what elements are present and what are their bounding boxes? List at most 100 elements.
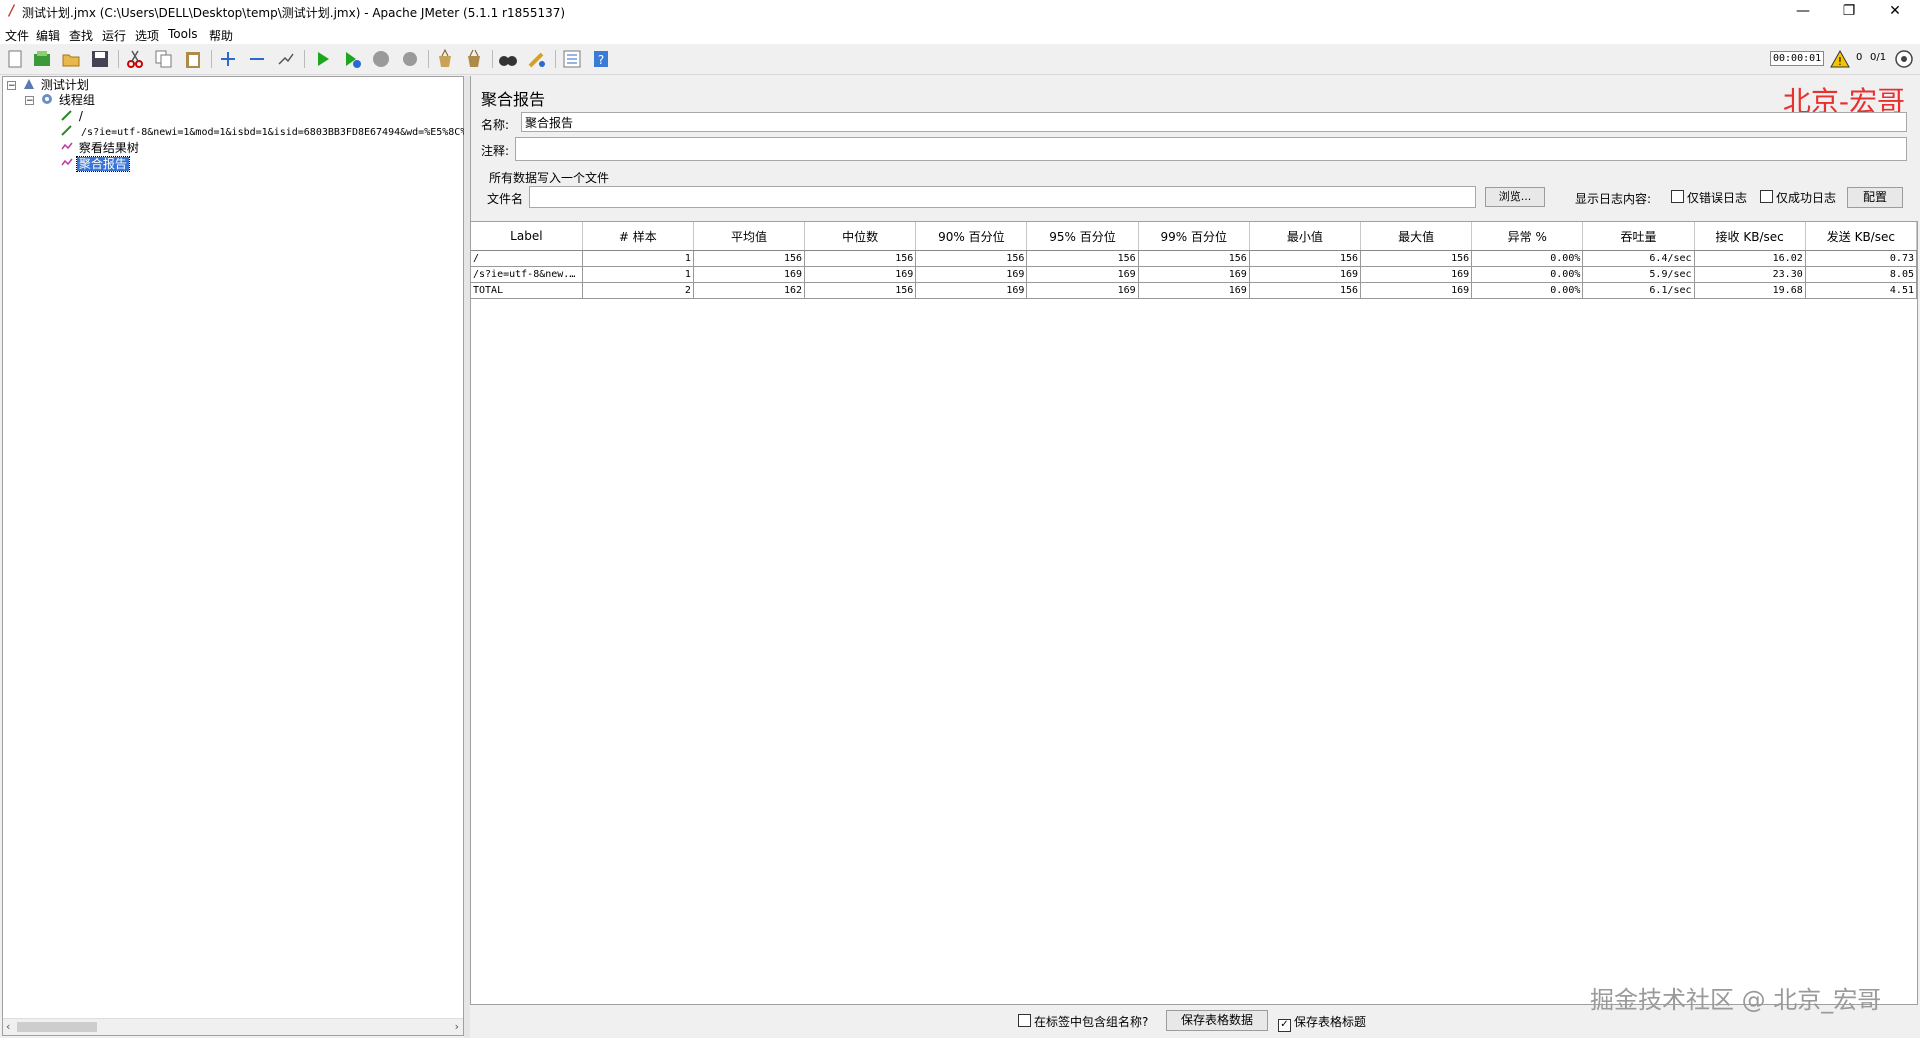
menu-edit[interactable]: 编辑 bbox=[36, 27, 60, 44]
configure-button[interactable]: 配置 bbox=[1847, 187, 1903, 208]
tree-node-aggregate-report[interactable]: 聚合报告 bbox=[61, 156, 130, 172]
table-cell: 162 bbox=[693, 282, 806, 299]
comment-field[interactable] bbox=[515, 137, 1907, 161]
toolbar-separator bbox=[555, 50, 556, 68]
column-header[interactable]: 中位数 bbox=[804, 222, 917, 251]
tree-node-http-sampler[interactable]: / bbox=[61, 108, 85, 124]
menu-options[interactable]: 选项 bbox=[135, 27, 159, 44]
warning-icon[interactable]: ! bbox=[1830, 49, 1850, 69]
table-cell: 156 bbox=[804, 250, 917, 267]
close-button[interactable]: ✕ bbox=[1872, 0, 1918, 24]
menu-file[interactable]: 文件 bbox=[5, 27, 29, 44]
table-cell: 156 bbox=[1249, 282, 1362, 299]
menu-search[interactable]: 查找 bbox=[69, 27, 93, 44]
toolbar-separator bbox=[118, 50, 119, 68]
cut-icon[interactable] bbox=[124, 48, 146, 70]
toggle-icon[interactable] bbox=[275, 48, 297, 70]
tree-node-test-plan[interactable]: 测试计划 bbox=[23, 77, 91, 93]
column-header[interactable]: 平均值 bbox=[693, 222, 806, 251]
test-plan-icon bbox=[24, 79, 34, 89]
tree-horizontal-scrollbar[interactable]: ‹ › bbox=[3, 1018, 463, 1035]
column-header[interactable]: 异常 % bbox=[1471, 222, 1584, 251]
menu-run[interactable]: 运行 bbox=[102, 27, 126, 44]
toolbar-separator bbox=[492, 50, 493, 68]
table-cell: 156 bbox=[1138, 250, 1250, 267]
start-no-pause-icon[interactable] bbox=[341, 48, 363, 70]
shutdown-icon[interactable] bbox=[399, 48, 421, 70]
minimize-button[interactable]: — bbox=[1780, 0, 1826, 24]
include-group-name-checkbox[interactable]: 在标签中包含组名称? bbox=[1018, 1013, 1148, 1030]
scroll-right-icon[interactable]: › bbox=[455, 1020, 459, 1033]
name-field[interactable]: 聚合报告 bbox=[521, 112, 1907, 132]
stop-icon[interactable] bbox=[370, 48, 392, 70]
jmeter-feather-icon bbox=[8, 4, 15, 17]
expand-icon[interactable] bbox=[217, 48, 239, 70]
filename-field[interactable] bbox=[529, 186, 1476, 208]
errors-only-checkbox[interactable]: 仅错误日志 bbox=[1671, 189, 1747, 206]
panel-title: 聚合报告 bbox=[481, 90, 546, 109]
table-row[interactable]: /s?ie=utf-8&new... 1 169 169 169 169 169… bbox=[471, 266, 1918, 283]
restore-button[interactable]: ❐ bbox=[1826, 0, 1872, 24]
tree-node-thread-group[interactable]: 线程组 bbox=[41, 92, 97, 108]
paste-icon[interactable] bbox=[182, 48, 204, 70]
column-header[interactable]: 接收 KB/sec bbox=[1694, 222, 1806, 251]
remote-icon[interactable] bbox=[1894, 49, 1914, 69]
new-icon[interactable] bbox=[4, 48, 26, 70]
table-cell: 0.00% bbox=[1471, 266, 1584, 283]
help-icon[interactable]: ? bbox=[590, 48, 612, 70]
tree-node-http-sampler[interactable]: /s?ie=utf-8&newi=1&mod=1&isbd=1&isid=680… bbox=[61, 124, 468, 140]
save-table-data-button[interactable]: 保存表格数据 bbox=[1166, 1010, 1268, 1031]
column-header[interactable]: 吞吐量 bbox=[1582, 222, 1695, 251]
scroll-left-icon[interactable]: ‹ bbox=[6, 1020, 10, 1033]
name-label: 名称: bbox=[481, 118, 510, 132]
tree-node-view-results-tree[interactable]: 察看结果树 bbox=[61, 140, 141, 156]
table-cell: 0.00% bbox=[1471, 250, 1584, 267]
menu-tools[interactable]: Tools bbox=[168, 27, 198, 41]
copy-icon[interactable] bbox=[153, 48, 175, 70]
clear-icon[interactable] bbox=[434, 48, 456, 70]
window-title: 测试计划.jmx (C:\Users\DELL\Desktop\temp\测试计… bbox=[22, 6, 566, 20]
templates-icon[interactable] bbox=[31, 48, 53, 70]
column-header[interactable]: 最大值 bbox=[1360, 222, 1473, 251]
clear-all-icon[interactable] bbox=[463, 48, 485, 70]
success-only-checkbox[interactable]: 仅成功日志 bbox=[1760, 189, 1836, 206]
table-cell: 169 bbox=[1138, 266, 1250, 283]
collapse-toggle[interactable]: − bbox=[7, 81, 16, 91]
column-header[interactable]: # 样本 bbox=[582, 222, 694, 251]
table-cell: 169 bbox=[915, 266, 1028, 283]
table-cell: 156 bbox=[693, 250, 806, 267]
search-icon[interactable] bbox=[497, 48, 519, 70]
column-header[interactable]: 发送 KB/sec bbox=[1805, 222, 1918, 251]
table-cell: / bbox=[471, 250, 583, 267]
toolbar-separator bbox=[211, 50, 212, 68]
menu-help[interactable]: 帮助 bbox=[209, 27, 233, 44]
pencil-icon bbox=[61, 125, 72, 136]
table-cell: 0.00% bbox=[1471, 282, 1584, 299]
toolbar: ? 00:00:01 ! 0 0/1 bbox=[0, 44, 1920, 75]
column-header[interactable]: 最小值 bbox=[1249, 222, 1362, 251]
browse-button[interactable]: 浏览... bbox=[1485, 187, 1545, 207]
table-cell: 23.30 bbox=[1694, 266, 1806, 283]
save-table-header-checkbox[interactable]: ✓ 保存表格标题 bbox=[1278, 1013, 1366, 1032]
table-cell: 169 bbox=[1026, 266, 1139, 283]
reset-search-icon[interactable] bbox=[526, 48, 548, 70]
elapsed-timer: 00:00:01 bbox=[1770, 51, 1825, 66]
collapse-icon[interactable] bbox=[246, 48, 268, 70]
column-header[interactable]: 90% 百分位 bbox=[915, 222, 1028, 251]
open-icon[interactable] bbox=[60, 48, 82, 70]
table-row-total[interactable]: TOTAL 2 162 156 169 169 169 156 169 0.00… bbox=[471, 282, 1918, 299]
save-icon[interactable] bbox=[89, 48, 111, 70]
table-cell: 6.4/sec bbox=[1582, 250, 1695, 267]
column-header[interactable]: Label bbox=[471, 222, 583, 251]
function-helper-icon[interactable] bbox=[561, 48, 583, 70]
table-row[interactable]: / 1 156 156 156 156 156 156 156 0.00% 6.… bbox=[471, 250, 1918, 267]
table-cell: 8.05 bbox=[1805, 266, 1918, 283]
column-header[interactable]: 99% 百分位 bbox=[1138, 222, 1250, 251]
scroll-thumb[interactable] bbox=[17, 1022, 97, 1032]
filename-label: 文件名 bbox=[487, 192, 524, 206]
column-header[interactable]: 95% 百分位 bbox=[1026, 222, 1139, 251]
collapse-toggle[interactable]: − bbox=[25, 96, 34, 106]
start-icon[interactable] bbox=[312, 48, 334, 70]
watermark: 掘金技术社区 @ 北京_宏哥 bbox=[1590, 986, 1882, 1014]
results-table: Label # 样本 平均值 中位数 90% 百分位 95% 百分位 99% 百… bbox=[470, 221, 1918, 1005]
